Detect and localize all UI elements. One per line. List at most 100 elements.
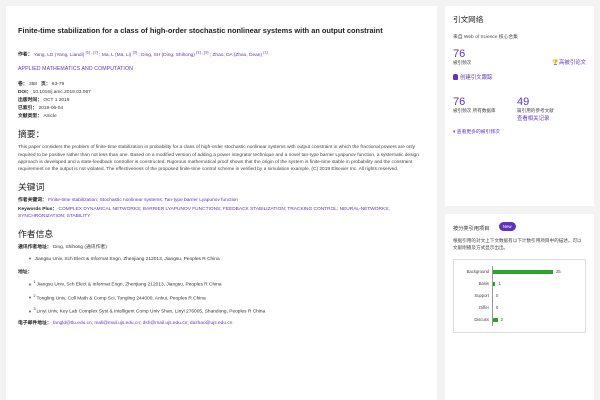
record-main-panel: Finite-time stabilization for a class of… xyxy=(6,6,437,400)
article-title: Finite-time stabilization for a class of… xyxy=(18,26,383,35)
volume-row: 卷： 358 页： 63-79 xyxy=(18,82,425,88)
address-number: 2 xyxy=(33,292,36,298)
author-affiliation-refs[interactable]: [1] , [2] xyxy=(86,49,98,54)
pages-value: 63-79 xyxy=(51,82,65,87)
indexed-label: 已索引： xyxy=(18,106,38,111)
abstract-heading: 摘要： xyxy=(18,129,45,140)
author-info-heading: 作者信息 xyxy=(18,229,54,240)
author-affiliation-refs[interactable]: [1] , [3] xyxy=(196,49,208,54)
expand-triangle-icon[interactable]: ▼ xyxy=(28,281,32,288)
address-number: 3 xyxy=(33,306,36,312)
times-cited-block: 76 被引频次 🏆高被引论文 xyxy=(453,49,586,67)
expand-triangle-icon[interactable]: ▼ xyxy=(28,255,32,262)
keywords-plus-links[interactable]: COMPLEX DYNAMICAL NETWORKS; BARRIER LYAP… xyxy=(18,207,390,219)
chart-bar[interactable] xyxy=(493,270,553,274)
chart-category-label: Basis xyxy=(478,281,489,286)
address-label-row: 地址： xyxy=(18,269,425,276)
address-text: Tongling Univ, Coll Math & Comp Sci, Ton… xyxy=(36,296,206,302)
doi-row: DOI： 10.1016/j.amc.2019.03.067 xyxy=(18,90,425,96)
chart-category-label: Support xyxy=(474,293,489,298)
chart-bar-track: 0 xyxy=(492,302,566,314)
journal-name-link[interactable]: APPLIED MATHEMATICS AND COMPUTATION xyxy=(18,66,425,72)
corresponding-label: 通讯作者地址： xyxy=(18,245,52,251)
times-cited-label: 被引频次 xyxy=(453,60,472,65)
chart-bar-track: 0 xyxy=(492,290,566,302)
chart-bar-track: 2 xyxy=(492,314,566,326)
new-badge: New xyxy=(498,222,516,231)
keywords-plus-row: Keywords Plus： COMPLEX DYNAMICAL NETWORK… xyxy=(18,206,425,220)
chart-value-label: 2 xyxy=(500,317,504,322)
address-text: Linyi Univ, Key Lab Complex Syst & Intel… xyxy=(36,310,266,315)
chevron-down-icon: ▾ xyxy=(453,130,456,135)
keywords-heading: 关键词 xyxy=(18,182,45,193)
all-db-cited-label: 被引频次 所有数据库 xyxy=(453,108,496,113)
citation-network-heading: 引文网络 xyxy=(453,15,484,24)
pub-date-row: 出版时间： OCT 1 2019 xyxy=(18,98,425,104)
chart-value-label: 1 xyxy=(498,281,501,286)
expand-triangle-icon[interactable]: ▼ xyxy=(28,308,32,315)
authors-row: 作者： Yang, LD (Yang, Liandi) [1] , [2] ; … xyxy=(18,49,425,59)
chart-category-label: Background xyxy=(466,269,489,274)
author-link[interactable]: Zhao, DA (Zhao, Dean) xyxy=(212,53,262,58)
create-alert-link[interactable]: 创建引文跟踪 xyxy=(453,73,586,81)
email-links[interactable]: fangld@tlu.edu.cn; mali@mail.ujs.edu.cn;… xyxy=(53,321,232,326)
author-affiliation-refs[interactable]: [1] xyxy=(263,49,267,54)
usage-card: 按分类引用项目 New 根据引用的对文上下文数据有以下计数引用项目中的描述。可以… xyxy=(445,214,594,400)
times-cited-count[interactable]: 76 xyxy=(453,49,471,60)
chart-category-label: Differ xyxy=(479,305,489,310)
corresponding-row: 通讯作者地址： Ding, Shihong (通讯作者) xyxy=(18,244,425,251)
address-label: 地址： xyxy=(18,270,33,276)
author-link[interactable]: Ma, L (Ma, Li) xyxy=(102,53,131,58)
email-row: 电子邮件地址： fangld@tlu.edu.cn; mali@mail.ujs… xyxy=(18,320,425,327)
view-related-link[interactable]: 查看相关记录 xyxy=(517,114,554,122)
address-item[interactable]: ▼ 3Linyi Univ, Key Lab Complex Syst & In… xyxy=(28,305,425,316)
pub-date-value: OCT 1 2019 xyxy=(43,98,70,103)
author-keywords-row: 作者关键词： Finite-time stabilization; Stocha… xyxy=(18,197,425,204)
author-link[interactable]: Yang, LD (Yang, Liandi) xyxy=(34,53,85,58)
corresponding-address: Jiangsu Univ, Sch Elect & Informat Engn,… xyxy=(34,257,220,263)
chart-row: Discuss 2 xyxy=(458,314,581,326)
author-keywords-links[interactable]: Finite-time stabilization; Stochastic no… xyxy=(48,198,238,203)
indexed-row: 已索引： 2019-06-04 xyxy=(18,106,425,112)
chart-value-label: 0 xyxy=(496,305,499,310)
doc-type-row: 文献类型： Article xyxy=(18,114,425,120)
doc-type-value: Article xyxy=(43,114,57,119)
usage-heading: 按分类引用项目 xyxy=(453,226,490,232)
chart-category-label: Discuss xyxy=(474,317,489,322)
address-item[interactable]: ▼ 1Jiangsu Univ, Sch Elect & Informat En… xyxy=(28,278,425,289)
doi-value: 10.1016/j.amc.2019.03.067 xyxy=(32,90,91,95)
author-keywords-label: 作者关键词： xyxy=(18,198,47,204)
address-item[interactable]: ▼ 2Tongling Univ, Coll Math & Comp Sci, … xyxy=(28,292,425,303)
article-meta: 卷： 358 页： 63-79 DOI： 10.1016/j.amc.2019.… xyxy=(18,82,425,120)
corresponding-address-row[interactable]: ▼ Jiangsu Univ, Sch Elect & Informat Eng… xyxy=(28,255,425,263)
bell-icon xyxy=(453,74,458,80)
citation-context-chart: Background 25 Basis 1 Support 0 Differ 0 Discuss… xyxy=(453,259,586,333)
author-link[interactable]: Ding, SH (Ding, Shihong) xyxy=(141,53,195,58)
view-more-citations[interactable]: ▾ 查看更多的被引频次 xyxy=(453,128,586,135)
chart-bar-track: 1 xyxy=(492,278,566,290)
all-db-cited-count[interactable]: 76 xyxy=(453,97,517,108)
corresponding-value: Ding, Shihong (通讯作者) xyxy=(52,245,107,251)
chart-value-label: 0 xyxy=(496,293,499,298)
address-text: Jiangsu Univ, Sch Elect & Informat Engn,… xyxy=(36,282,222,288)
authors-label: 作者： xyxy=(18,52,33,58)
usage-heading-row: 按分类引用项目 New xyxy=(453,222,586,232)
cited-refs-count[interactable]: 49 xyxy=(517,97,554,108)
indexed-value: 2019-06-04 xyxy=(38,106,64,111)
email-label: 电子邮件地址： xyxy=(18,321,52,326)
pub-date-label: 出版时间： xyxy=(18,98,42,103)
chart-row: Basis 1 xyxy=(458,278,581,290)
highly-cited-link[interactable]: 🏆高被引论文 xyxy=(552,58,586,66)
usage-description: 根据引用的对文上下文数据有以下计数引用项目中的描述。可以文献刚播及方式显示出出。 xyxy=(453,238,582,250)
chart-row: Support 0 xyxy=(458,290,581,302)
address-number: 1 xyxy=(33,279,36,285)
abstract-text: This paper considers the problem of fini… xyxy=(18,145,419,173)
chart-bar-track: 25 xyxy=(492,266,566,278)
expand-triangle-icon[interactable]: ▼ xyxy=(28,294,32,301)
doc-type-label: 文献类型： xyxy=(18,114,42,119)
chart-row: Background 25 xyxy=(458,266,581,278)
keywords-plus-label: Keywords Plus： xyxy=(18,207,58,213)
counts-block: 76 被引频次 所有数据库 49 篇引用的参考文献 查看相关记录 xyxy=(453,97,586,123)
chart-row: Differ 0 xyxy=(458,302,581,314)
volume-value: 358 xyxy=(28,82,37,87)
